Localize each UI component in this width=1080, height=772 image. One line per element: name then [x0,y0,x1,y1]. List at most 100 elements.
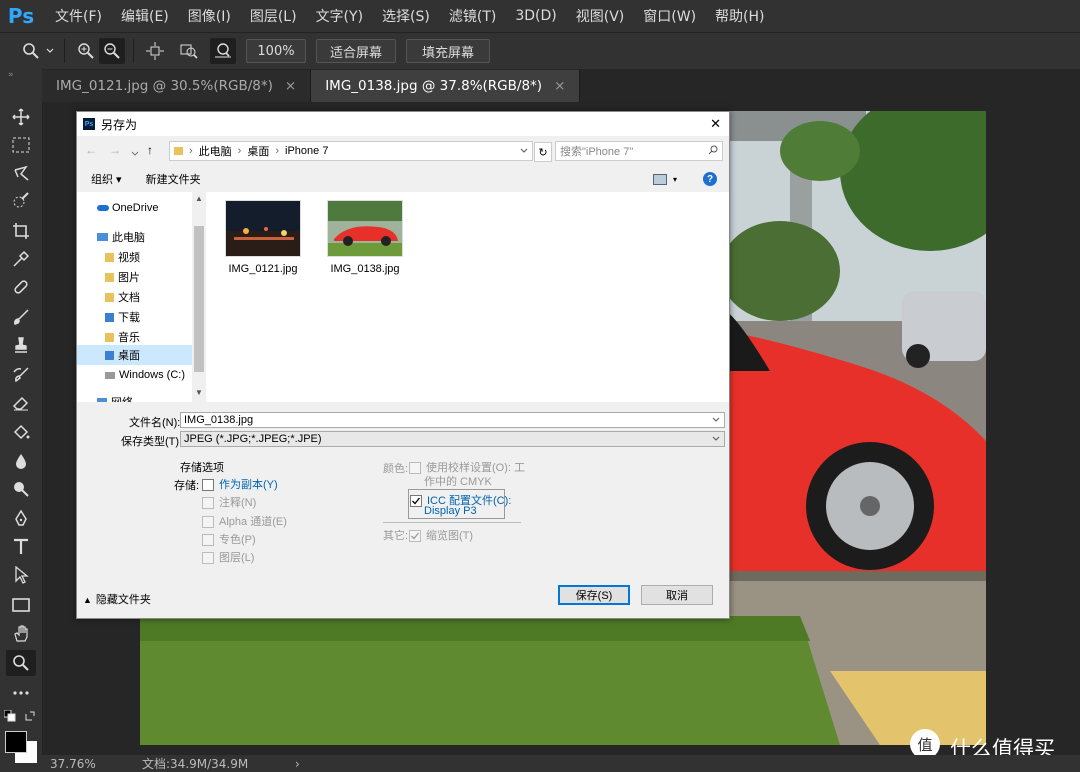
menu-edit[interactable]: 编辑(E) [121,6,169,26]
menu-view[interactable]: 视图(V) [576,6,625,26]
chevron-down-icon[interactable] [520,145,528,157]
close-icon[interactable]: ✕ [710,116,721,132]
type-tool-icon[interactable] [6,534,36,560]
zoom-out-icon[interactable] [99,38,125,64]
close-icon[interactable]: × [285,78,296,94]
spot-colors-checkbox[interactable]: 专色(P) [202,531,256,547]
lasso-tool-icon[interactable] [6,160,36,186]
menu-image[interactable]: 图像(I) [188,6,231,26]
notes-checkbox[interactable]: 注释(N) [202,494,256,510]
pen-tool-icon[interactable] [6,506,36,532]
nav-desktop[interactable]: 桌面 [77,345,192,365]
default-colors-icon[interactable] [3,709,16,722]
help-icon[interactable]: ? [703,172,717,186]
layers-checkbox[interactable]: 图层(L) [202,549,254,565]
nav-music[interactable]: 音乐 [105,329,140,345]
eyedropper-tool-icon[interactable] [6,246,36,272]
menu-layer[interactable]: 图层(L) [250,6,297,26]
hide-folders-toggle[interactable]: ▲ 隐藏文件夹 [83,591,151,607]
scroll-down-icon[interactable]: ▼ [195,388,203,397]
checkbox[interactable] [202,516,214,529]
more-tools-icon[interactable] [6,680,36,706]
dodge-tool-icon[interactable] [6,476,36,502]
menu-file[interactable]: 文件(F) [55,6,102,26]
view-options-icon[interactable] [653,173,667,185]
zoom-tool-icon[interactable] [18,38,44,64]
scrollbar-thumb[interactable] [194,226,204,372]
address-bar[interactable]: › 此电脑 › 桌面 › iPhone 7 [169,141,533,161]
nav-network[interactable]: 网络 [97,394,133,402]
zoom-in-icon[interactable] [73,38,99,64]
chevron-down-icon[interactable] [712,414,720,426]
path-selection-icon[interactable] [6,562,36,588]
menu-select[interactable]: 选择(S) [382,6,430,26]
up-arrow-icon[interactable]: ↑ [147,143,153,157]
tab-img-0121[interactable]: IMG_0121.jpg @ 30.5%(RGB/8*) × [42,70,312,102]
healing-brush-icon[interactable] [6,274,36,300]
menu-3d[interactable]: 3D(D) [515,8,556,24]
close-icon[interactable]: × [554,78,565,94]
fit-screen-button[interactable]: 适合屏幕 [316,39,396,63]
menu-window[interactable]: 窗口(W) [643,6,696,26]
nav-documents[interactable]: 文档 [105,289,140,305]
checkbox[interactable] [409,530,421,543]
thumbnail-checkbox[interactable]: 缩览图(T) [409,527,473,543]
file-item[interactable]: IMG_0138.jpg [320,200,410,275]
checkbox[interactable] [202,552,214,565]
menu-type[interactable]: 文字(Y) [316,6,363,26]
nav-onedrive[interactable]: OneDrive [97,202,158,214]
new-folder-button[interactable]: 新建文件夹 [146,171,201,187]
chevron-down-icon[interactable] [131,145,139,156]
search-input[interactable]: 搜索"iPhone 7" [555,141,723,161]
checkbox[interactable] [202,479,214,492]
back-arrow-icon[interactable]: ← [85,143,97,157]
zoom-all-windows-icon[interactable] [176,38,202,64]
chevron-down-icon[interactable] [712,433,720,445]
zoom-100-button[interactable]: 100% [246,39,306,63]
stamp-tool-icon[interactable] [6,332,36,358]
zoom-tool-icon[interactable] [6,650,36,676]
marquee-tool-icon[interactable] [6,132,36,158]
collapse-icon[interactable]: » [8,70,14,80]
nav-this-pc[interactable]: 此电脑 [97,229,145,245]
checkbox[interactable] [410,495,422,508]
filetype-select[interactable]: JPEG (*.JPG;*.JPEG;*.JPE) [180,431,725,447]
menu-filter[interactable]: 滤镜(T) [449,6,496,26]
breadcrumb-desktop[interactable]: 桌面 [247,143,269,159]
alpha-channels-checkbox[interactable]: Alpha 通道(E) [202,513,287,529]
move-tool-icon[interactable] [6,104,36,130]
crop-tool-icon[interactable] [6,218,36,244]
checkbox[interactable] [202,497,214,510]
breadcrumb-this-pc[interactable]: 此电脑 [199,143,232,159]
cancel-button[interactable]: 取消 [641,585,713,605]
hand-tool-icon[interactable] [6,620,36,646]
paint-bucket-icon[interactable] [6,420,36,446]
foreground-color-swatch[interactable] [5,731,27,753]
organize-button[interactable]: 组织 ▾ [91,171,122,187]
nav-scrollbar[interactable]: ▲ ▼ [192,192,206,402]
filename-input[interactable]: IMG_0138.jpg [180,412,725,428]
status-menu-arrow[interactable]: › [295,757,300,771]
refresh-icon[interactable]: ↻ [534,142,552,162]
chevron-down-icon[interactable] [44,38,56,64]
scrubby-zoom-icon[interactable] [210,38,236,64]
menu-help[interactable]: 帮助(H) [715,6,764,26]
forward-arrow-icon[interactable]: → [109,143,121,157]
resize-windows-icon[interactable] [142,38,168,64]
nav-windows-c[interactable]: Windows (C:) [105,369,185,381]
nav-videos[interactable]: 视频 [105,249,140,265]
file-item[interactable]: IMG_0121.jpg [218,200,308,275]
history-brush-icon[interactable] [6,362,36,388]
save-button[interactable]: 保存(S) [558,585,630,605]
checkbox[interactable] [409,462,421,475]
checkbox[interactable] [202,534,214,547]
brush-tool-icon[interactable] [6,304,36,330]
scroll-up-icon[interactable]: ▲ [195,194,203,203]
nav-pictures[interactable]: 图片 [105,269,140,285]
tab-img-0138[interactable]: IMG_0138.jpg @ 37.8%(RGB/8*) × [311,70,581,102]
quick-select-tool-icon[interactable] [6,188,36,214]
swap-colors-icon[interactable] [24,710,36,722]
zoom-readout[interactable]: 37.76% [50,757,120,771]
fill-screen-button[interactable]: 填充屏幕 [406,39,490,63]
blur-tool-icon[interactable] [6,448,36,474]
